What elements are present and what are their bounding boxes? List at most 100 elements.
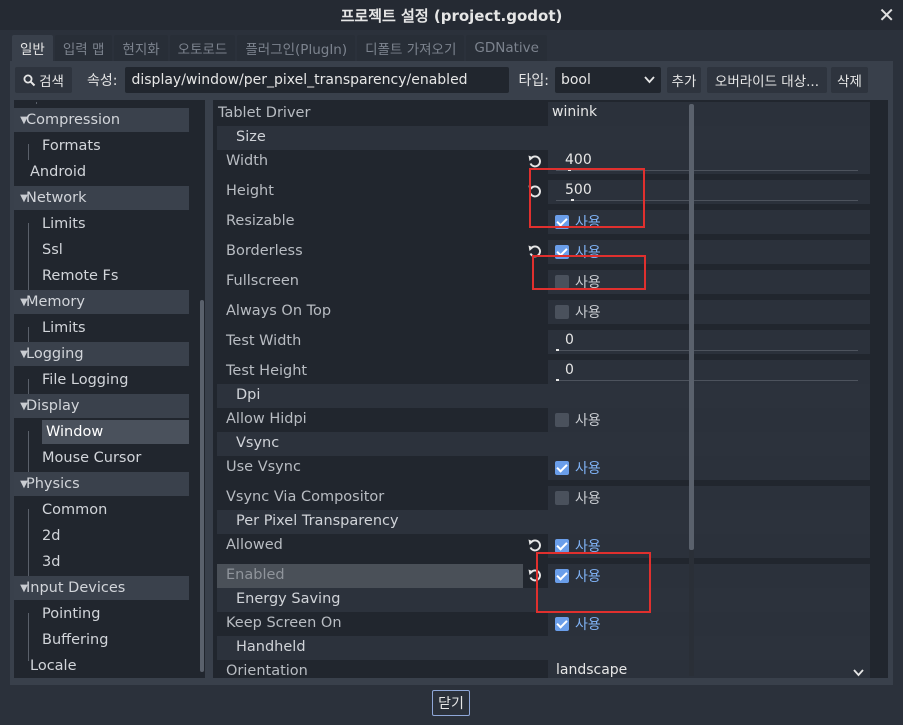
tree-item-label: Common <box>42 502 108 518</box>
tree-item-logging[interactable]: ▼ Logging <box>14 342 189 366</box>
tree-item-common[interactable]: Common <box>14 498 189 522</box>
property-toolbar: 검색 속성: display/window/per_pixel_transpar… <box>15 66 887 94</box>
tree-item-buffering[interactable]: Buffering <box>14 628 189 652</box>
keep-screen-on-checkbox[interactable]: 사용 <box>548 612 870 636</box>
close-icon[interactable]: ✕ <box>878 3 895 27</box>
vsync-via-compositor-checkbox[interactable]: 사용 <box>548 486 870 510</box>
checkbox-label: 사용 <box>575 413 601 429</box>
tree-item-formats[interactable]: Formats <box>14 134 189 158</box>
search-icon <box>23 74 36 86</box>
checkbox-unchecked[interactable] <box>555 305 569 319</box>
prop-value: 400 <box>565 152 592 168</box>
tab-gdnative[interactable]: GDNative <box>466 35 547 61</box>
tree-item-input-devices[interactable]: ▼ Input Devices <box>14 576 189 600</box>
value-slider[interactable] <box>556 379 858 381</box>
tree-item-android[interactable]: Android <box>14 160 189 184</box>
type-select-value: bool <box>560 72 591 88</box>
tree-item-window[interactable]: Window <box>42 420 189 444</box>
prop-name: Fullscreen <box>226 273 299 289</box>
section-per-pixel-transparency: Per Pixel Transparency <box>217 510 870 534</box>
override-for-button[interactable]: 오버라이드 대상... <box>706 67 827 93</box>
tree-item-display[interactable]: ▼ Display <box>14 394 189 418</box>
test-width-spinbox[interactable]: 0 <box>548 330 870 354</box>
tablet-driver-field[interactable]: winink <box>548 102 870 126</box>
inspector-scrollbar[interactable] <box>689 104 694 676</box>
checkbox-checked[interactable] <box>555 617 569 631</box>
use-vsync-checkbox[interactable]: 사용 <box>548 456 870 480</box>
checkbox-checked[interactable] <box>555 539 569 553</box>
tree-item-compression[interactable]: ▼ Compression <box>14 108 189 132</box>
tree-item-physics[interactable]: ▼ Physics <box>14 472 189 496</box>
tree-item-2d[interactable]: 2d <box>14 524 189 548</box>
section-label: Dpi <box>236 387 261 403</box>
value-slider[interactable] <box>556 349 858 351</box>
checkbox-label: 사용 <box>575 617 601 633</box>
tree-item-remote-fs[interactable]: Remote Fs <box>14 264 189 288</box>
tree-item-3d[interactable]: 3d <box>14 550 189 574</box>
search-button[interactable]: 검색 <box>15 67 72 93</box>
general-panel: 검색 속성: display/window/per_pixel_transpar… <box>10 61 893 685</box>
tab-autoload[interactable]: 오토로드 <box>169 35 236 61</box>
tree-item-pointing[interactable]: Pointing <box>14 602 189 626</box>
tree-item-label: 3d <box>42 554 61 570</box>
prop-test-height: Test Height 0 <box>217 360 870 384</box>
section-label: Per Pixel Transparency <box>236 513 399 529</box>
highlight-box <box>532 255 646 290</box>
tab-plugins[interactable]: 플러그인(PlugIn) <box>237 35 356 61</box>
prop-keep-screen-on: Keep Screen On 사용 <box>217 612 870 636</box>
tab-import-defaults[interactable]: 디폴트 가져오기 <box>357 35 465 61</box>
orientation-select[interactable]: landscape <box>548 660 870 678</box>
tab-bar: 일반 입력 맵 현지화 오토로드 플러그인(PlugIn) 디폴트 가져오기 G… <box>12 35 549 61</box>
tree-item-label: File Logging <box>42 372 129 388</box>
tab-general[interactable]: 일반 <box>12 35 53 61</box>
prop-use-vsync: Use Vsync 사용 <box>217 456 870 480</box>
tree-item-memory-limits[interactable]: Limits <box>14 316 189 340</box>
tree-item-limits[interactable]: Limits <box>14 212 189 236</box>
prop-name: Height <box>226 183 274 199</box>
prop-orientation: Orientation landscape <box>217 660 870 678</box>
tree-item-memory[interactable]: ▼ Memory <box>14 290 189 314</box>
window-title: 프로젝트 설정 (project.godot) <box>340 6 563 25</box>
tab-input-map[interactable]: 입력 맵 <box>54 35 113 61</box>
tree-item-file-logging[interactable]: File Logging <box>14 368 189 392</box>
tree-item-label: Limits <box>42 320 86 336</box>
tree-item-ssl[interactable]: Ssl <box>14 238 189 262</box>
checkbox-checked[interactable] <box>555 461 569 475</box>
slider-knob[interactable] <box>556 379 559 381</box>
checkbox-unchecked[interactable] <box>555 413 569 427</box>
type-label: 타입: <box>518 73 549 89</box>
property-inspector: Tablet Driver winink Size Width 400 Heig… <box>213 100 888 678</box>
tree-item-network[interactable]: ▼ Network <box>14 186 189 210</box>
tree-guide-line <box>36 102 37 104</box>
tree-item-label: Ssl <box>42 242 63 258</box>
always-on-top-checkbox[interactable]: 사용 <box>548 300 870 324</box>
checkbox-unchecked[interactable] <box>555 491 569 505</box>
section-handheld: Handheld <box>217 636 870 660</box>
prop-name: Tablet Driver <box>218 105 311 121</box>
scrollbar-thumb[interactable] <box>689 104 694 550</box>
tab-localization[interactable]: 현지화 <box>114 35 168 61</box>
slider-knob[interactable] <box>556 349 559 351</box>
section-size: Size <box>217 126 870 150</box>
prop-allow-hidpi: Allow Hidpi 사용 <box>217 408 870 432</box>
prop-name: Orientation <box>226 663 308 678</box>
checkbox-label: 사용 <box>575 461 601 477</box>
checkbox-label: 사용 <box>575 305 601 321</box>
delete-button[interactable]: 삭제 <box>830 67 868 93</box>
tree-item-label: Physics <box>26 476 80 492</box>
tree-item-label: Compression <box>26 112 121 128</box>
prop-name: Allow Hidpi <box>226 411 307 427</box>
close-button[interactable]: 닫기 <box>432 690 470 716</box>
section-label: Size <box>236 129 266 145</box>
property-label: 속성: <box>87 73 118 89</box>
tree-scrollbar[interactable] <box>200 300 204 672</box>
tree-item-locale[interactable]: Locale <box>14 654 189 678</box>
allow-hidpi-checkbox[interactable]: 사용 <box>548 408 870 432</box>
tree-item-label: Formats <box>42 138 101 154</box>
prop-name: Vsync Via Compositor <box>226 489 385 505</box>
type-select[interactable]: bool <box>554 67 661 93</box>
add-button[interactable]: 추가 <box>666 67 701 93</box>
tree-item-mouse-cursor[interactable]: Mouse Cursor <box>14 446 189 470</box>
test-height-spinbox[interactable]: 0 <box>548 360 870 384</box>
property-path-input[interactable]: display/window/per_pixel_transparency/en… <box>125 67 510 93</box>
